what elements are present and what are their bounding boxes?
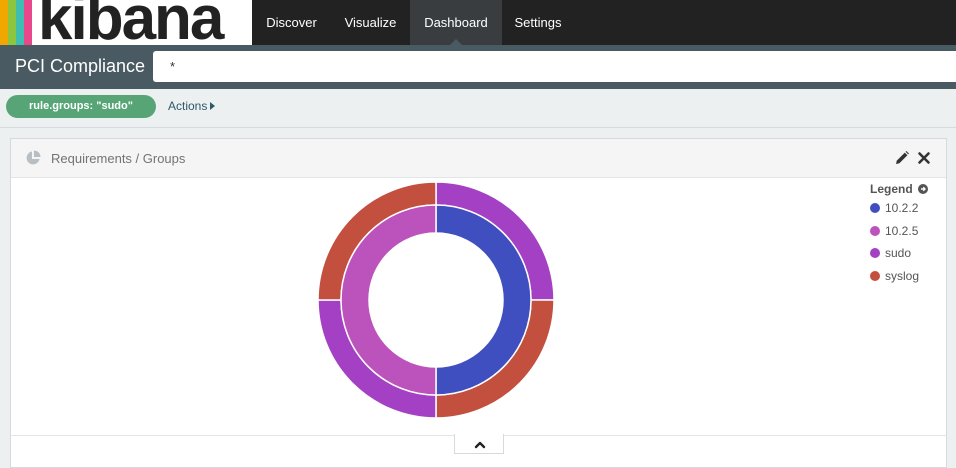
kibana-logo[interactable]: kibana xyxy=(0,0,252,45)
legend-label: syslog xyxy=(885,268,920,283)
top-nav: kibana Discover Visualize Dashboard Sett… xyxy=(0,0,956,45)
legend-dot xyxy=(870,270,880,281)
actions-label: Actions xyxy=(168,99,208,113)
tab-dashboard-label: Dashboard xyxy=(424,15,488,30)
logo-bar xyxy=(16,0,24,45)
close-icon[interactable] xyxy=(917,151,931,165)
legend-dot xyxy=(870,225,880,236)
chevron-up-icon xyxy=(474,441,486,449)
legend-dot xyxy=(870,203,880,213)
legend-item[interactable]: 10.2.5 xyxy=(870,220,946,243)
legend-item[interactable]: sudo xyxy=(870,242,946,265)
logo-text: kibana xyxy=(38,0,224,45)
pie-chart-icon xyxy=(26,150,41,165)
legend-item[interactable]: 10.2.2 xyxy=(870,197,946,220)
pencil-icon[interactable] xyxy=(895,151,909,165)
tab-discover[interactable]: Discover xyxy=(252,0,331,45)
circle-arrow-right-icon xyxy=(918,184,929,194)
logo-bar xyxy=(24,0,32,45)
tab-visualize[interactable]: Visualize xyxy=(331,0,410,45)
search-bar: PCI Compliance xyxy=(0,45,956,89)
tab-settings[interactable]: Settings xyxy=(502,0,574,45)
dashboard-title[interactable]: PCI Compliance xyxy=(15,45,145,89)
panel-title: Requirements / Groups xyxy=(51,151,186,166)
inner-ring xyxy=(340,204,532,396)
logo-bar xyxy=(0,0,8,45)
legend-toggle[interactable]: Legend xyxy=(870,181,946,197)
legend-dot xyxy=(870,248,880,258)
legend-title: Legend xyxy=(870,182,913,196)
legend-label: 10.2.5 xyxy=(885,223,919,238)
actions-dropdown[interactable]: Actions xyxy=(168,95,216,118)
filter-pill[interactable]: rule.groups: "sudo" xyxy=(6,95,156,118)
collapse-button[interactable] xyxy=(454,434,504,454)
caret-right-icon xyxy=(210,102,216,110)
legend-item[interactable]: syslog xyxy=(870,265,946,288)
visualization-panel: Requirements / Groups Legend 10.2.2 10.2… xyxy=(10,138,947,468)
filter-bar: rule.groups: "sudo" Actions xyxy=(0,89,956,128)
logo-color-bars xyxy=(0,0,32,45)
query-input[interactable] xyxy=(153,51,956,82)
legend-label: 10.2.2 xyxy=(885,201,919,215)
legend-label: sudo xyxy=(885,246,912,260)
logo-bar xyxy=(8,0,16,45)
legend: Legend 10.2.2 10.2.5 sudo syslog xyxy=(870,179,946,287)
panel-header: Requirements / Groups xyxy=(11,139,946,178)
tab-dashboard[interactable]: Dashboard xyxy=(410,0,502,45)
donut-chart xyxy=(317,181,555,419)
